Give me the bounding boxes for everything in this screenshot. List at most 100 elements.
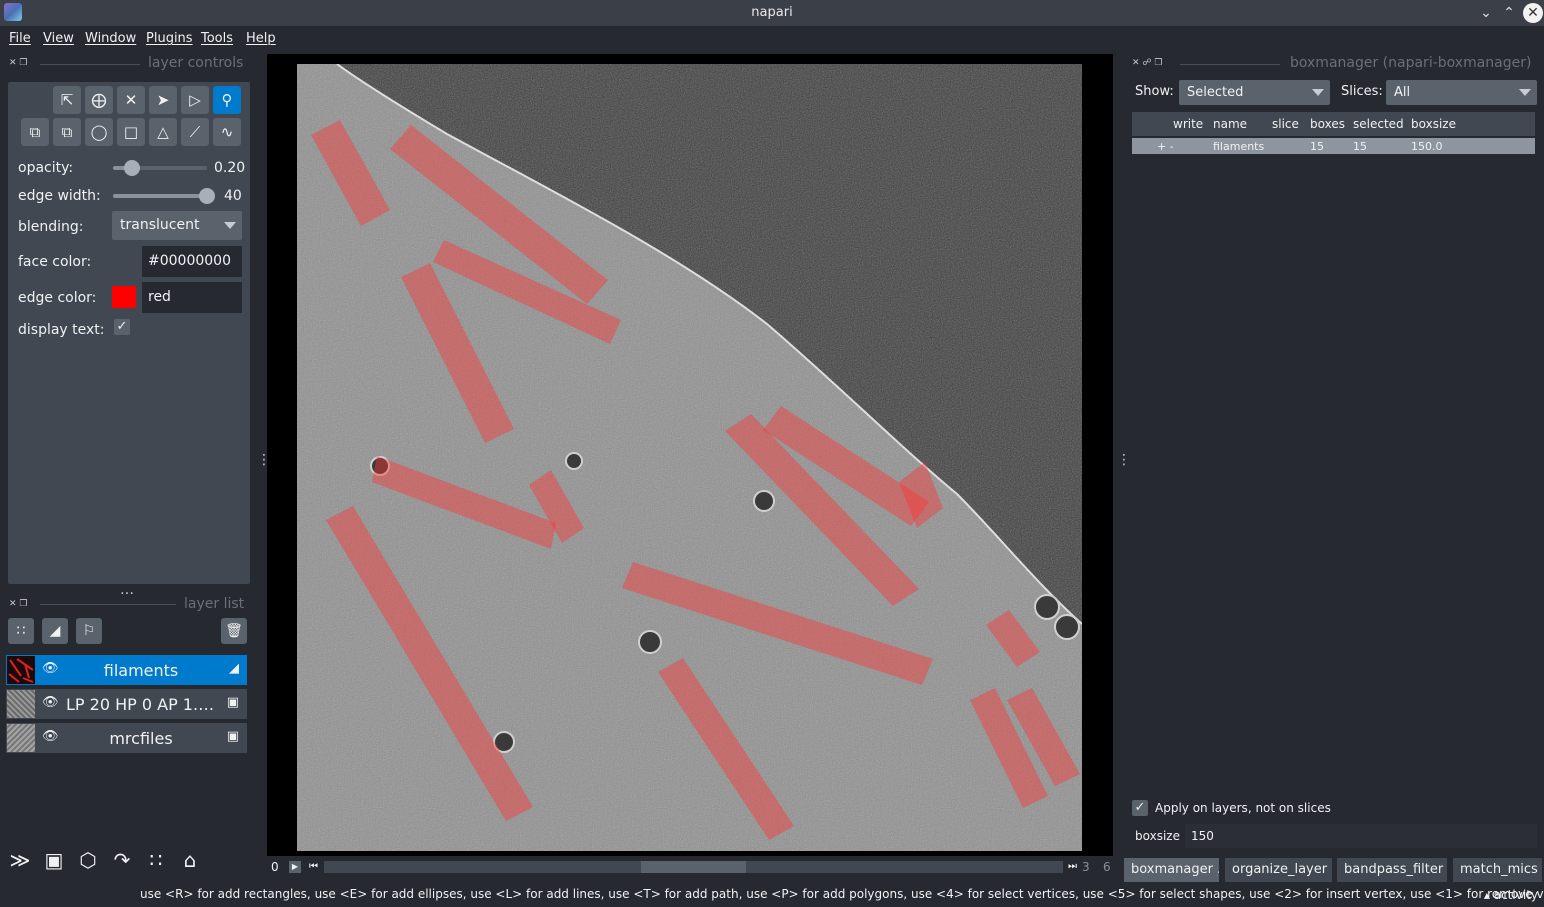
- layer-thumbnail: [7, 690, 35, 718]
- edge-width-slider[interactable]: [113, 188, 215, 204]
- delete-layer-icon[interactable]: 🗑: [221, 618, 247, 644]
- menu-file[interactable]: File: [9, 31, 31, 46]
- slices-dropdown[interactable]: All: [1386, 80, 1537, 105]
- edge-width-label: edge width:: [18, 188, 101, 204]
- apply-on-layers-label: Apply on layers, not on slices: [1155, 801, 1331, 815]
- column-write[interactable]: write: [1173, 112, 1203, 136]
- opacity-label: opacity:: [18, 160, 74, 176]
- menu-plugins[interactable]: Plugins: [146, 31, 193, 46]
- zoom-icon[interactable]: ⚲: [213, 86, 241, 114]
- column-name[interactable]: name: [1213, 112, 1247, 136]
- show-value: Selected: [1187, 85, 1244, 100]
- layer-controls-panel: ⇱ ⨁ ✕ ➤ ▷ ⚲ ⧉ ⧉ ◯ □ △ ⟋ ∿ opacity: 0.20 …: [8, 82, 250, 584]
- chevron-down-icon: [224, 222, 236, 229]
- blending-value: translucent: [120, 217, 200, 233]
- dims-slider-handle[interactable]: [641, 861, 746, 873]
- slices-value: All: [1394, 85, 1411, 100]
- menu-window[interactable]: Window: [85, 31, 136, 46]
- menu-help[interactable]: Help: [246, 31, 276, 46]
- polygon-icon[interactable]: △: [149, 118, 177, 146]
- status-message: use <R> for add rectangles, use <E> for …: [140, 887, 1544, 901]
- slices-label: Slices:: [1341, 84, 1383, 99]
- row-boxes: 15: [1310, 140, 1324, 153]
- column-boxes[interactable]: boxes: [1310, 112, 1345, 136]
- move-back-icon[interactable]: ⧉: [21, 118, 49, 146]
- new-labels-layer-icon[interactable]: ⚐: [76, 618, 102, 644]
- grid-view-icon[interactable]: ∷: [142, 846, 170, 874]
- column-boxsize[interactable]: boxsize: [1411, 112, 1456, 136]
- tab-organize-layer[interactable]: organize_layer ...: [1225, 858, 1332, 882]
- tab-boxmanager[interactable]: boxmanager ...: [1124, 858, 1219, 882]
- show-label: Show:: [1135, 84, 1174, 99]
- step-forward-icon[interactable]: ⏭: [1068, 861, 1077, 872]
- select-shapes-icon[interactable]: ➤: [149, 86, 177, 114]
- layer-list-dock-icon[interactable]: ✕ ❐: [9, 599, 27, 609]
- layer-row-lp20[interactable]: 👁 LP 20 HP 0 AP 1.2... ▣: [6, 689, 247, 719]
- move-front-icon[interactable]: ⧉: [53, 118, 81, 146]
- menu-tools[interactable]: Tools: [201, 31, 233, 46]
- direct-select-icon[interactable]: ▷: [181, 86, 209, 114]
- dock-close-icon[interactable]: ✕ ❐: [9, 58, 27, 68]
- layer-row-mrcfiles[interactable]: 👁 mrcfiles ▣: [6, 723, 247, 753]
- opacity-slider-handle[interactable]: [123, 160, 140, 176]
- viewer-canvas[interactable]: [267, 54, 1113, 856]
- select-vertices-icon[interactable]: ⇱: [53, 86, 81, 114]
- boxsize-input[interactable]: 150: [1185, 824, 1537, 848]
- boxmanager-dock-icon[interactable]: ✕ ☍ ❐: [1132, 58, 1162, 68]
- display-text-label: display text:: [18, 322, 105, 338]
- visibility-eye-icon[interactable]: 👁: [42, 661, 59, 676]
- dims-slider-track[interactable]: [324, 861, 1063, 873]
- edge-color-swatch[interactable]: [112, 286, 136, 308]
- remove-vertex-icon[interactable]: ✕: [117, 86, 145, 114]
- home-icon[interactable]: ⌂: [176, 846, 204, 874]
- blending-dropdown[interactable]: translucent: [112, 211, 242, 240]
- face-color-field[interactable]: #00000000: [142, 246, 242, 277]
- dock-splitter-handle[interactable]: …: [120, 583, 134, 597]
- opacity-value: 0.20: [214, 160, 246, 176]
- maximize-icon[interactable]: ⌃: [1499, 3, 1519, 23]
- transpose-icon[interactable]: ↷: [108, 846, 136, 874]
- play-icon[interactable]: ▶: [289, 861, 301, 873]
- layer-name: filaments: [103, 661, 179, 680]
- show-dropdown[interactable]: Selected: [1179, 80, 1330, 105]
- new-points-layer-icon[interactable]: ∷: [8, 618, 34, 644]
- visibility-eye-icon[interactable]: 👁: [42, 695, 59, 710]
- edge-color-field[interactable]: red: [142, 282, 242, 313]
- line-icon[interactable]: ⟋: [181, 118, 209, 146]
- dock-divider: [40, 64, 140, 65]
- console-icon[interactable]: ≫: [6, 846, 34, 874]
- new-shapes-layer-icon[interactable]: ◢: [42, 618, 68, 644]
- column-selected[interactable]: selected: [1353, 112, 1404, 136]
- roll-dims-icon[interactable]: ⬡: [74, 846, 102, 874]
- chevron-down-icon: [1519, 89, 1531, 96]
- close-icon[interactable]: ✕: [1523, 3, 1543, 23]
- column-slice[interactable]: slice: [1272, 112, 1299, 136]
- boxsize-label: boxsize: [1135, 829, 1180, 843]
- path-icon[interactable]: ∿: [213, 118, 241, 146]
- menu-bar: File View Window Plugins Tools Help: [0, 26, 1544, 50]
- table-row[interactable]: [1132, 138, 1535, 154]
- apply-on-layers-checkbox[interactable]: ✓: [1132, 800, 1148, 816]
- add-vertex-icon[interactable]: ⨁: [85, 86, 113, 114]
- opacity-slider[interactable]: [113, 160, 207, 176]
- edge-width-value: 40: [224, 188, 242, 204]
- tab-bandpass-filter[interactable]: bandpass_filter ...: [1337, 858, 1447, 882]
- rectangle-icon[interactable]: □: [117, 118, 145, 146]
- activity-button[interactable]: ▴ activity: [1484, 888, 1538, 902]
- step-back-icon[interactable]: ⏮: [309, 861, 318, 872]
- filaments-overlay[interactable]: [297, 64, 1082, 851]
- menu-view[interactable]: View: [43, 31, 74, 46]
- display-text-checkbox[interactable]: ✓: [114, 319, 130, 335]
- row-write[interactable]: + -: [1157, 139, 1174, 154]
- ellipse-icon[interactable]: ◯: [85, 118, 113, 146]
- ndisplay-square-icon[interactable]: ▣: [40, 846, 68, 874]
- shapes-layer-icon: ◢: [229, 661, 239, 676]
- minimize-icon[interactable]: ⌄: [1476, 3, 1496, 23]
- image-layer-icon: ▣: [226, 695, 239, 710]
- edge-width-slider-handle[interactable]: [199, 188, 215, 204]
- face-color-label: face color:: [18, 254, 92, 270]
- image-layer-icon: ▣: [226, 729, 239, 744]
- layer-row-filaments[interactable]: 👁 filaments ◢: [6, 655, 247, 685]
- visibility-eye-icon[interactable]: 👁: [42, 729, 59, 744]
- tab-match-mics[interactable]: match_mics ...: [1453, 858, 1542, 882]
